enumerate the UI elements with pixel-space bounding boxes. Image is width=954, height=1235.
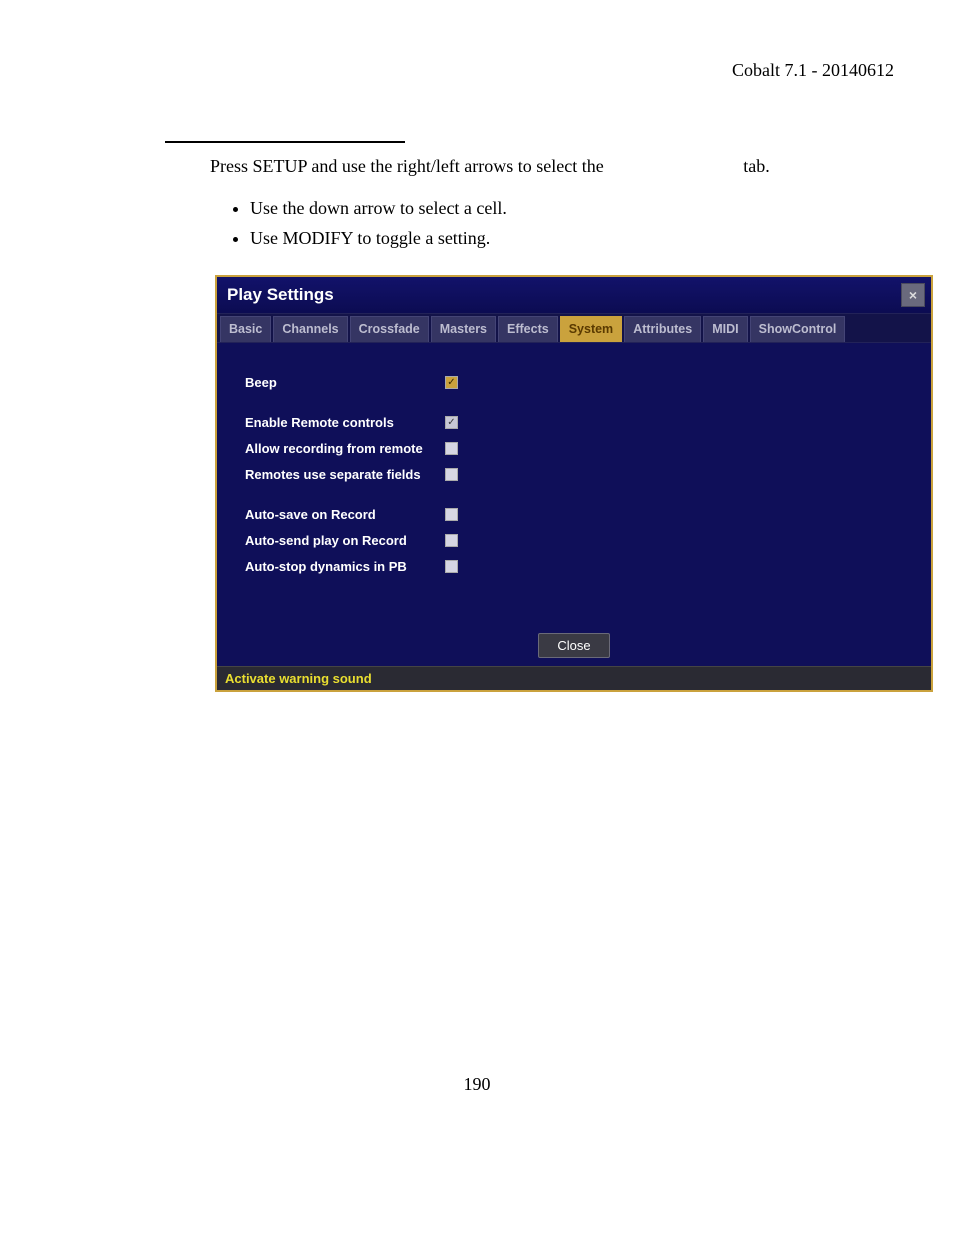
setting-label: Remotes use separate fields xyxy=(245,467,445,482)
checkbox[interactable] xyxy=(445,468,458,481)
checkbox[interactable] xyxy=(445,534,458,547)
close-icon[interactable]: × xyxy=(901,283,925,307)
settings-panel: Beep✓Enable Remote controls✓Allow record… xyxy=(217,343,931,611)
checkbox[interactable]: ✓ xyxy=(445,376,458,389)
instruction-list: Use the down arrow to select a cell. Use… xyxy=(250,195,894,251)
setting-row: Remotes use separate fields xyxy=(245,461,909,487)
checkbox[interactable]: ✓ xyxy=(445,416,458,429)
setting-label: Auto-stop dynamics in PB xyxy=(245,559,445,574)
setting-label: Allow recording from remote xyxy=(245,441,445,456)
list-item: Use the down arrow to select a cell. xyxy=(250,195,894,221)
setting-label: Auto-send play on Record xyxy=(245,533,445,548)
tab-channels[interactable]: Channels xyxy=(273,316,347,342)
checkbox[interactable] xyxy=(445,560,458,573)
tab-masters[interactable]: Masters xyxy=(431,316,496,342)
section-rule xyxy=(165,141,405,143)
setting-label: Auto-save on Record xyxy=(245,507,445,522)
setting-group: Auto-save on Record Auto-send play on Rec… xyxy=(245,501,909,579)
tab-crossfade[interactable]: Crossfade xyxy=(350,316,429,342)
setting-row: Enable Remote controls✓ xyxy=(245,409,909,435)
tabs-bar: BasicChannelsCrossfadeMastersEffectsSyst… xyxy=(217,313,931,343)
tab-showcontrol[interactable]: ShowControl xyxy=(750,316,846,342)
setting-row: Allow recording from remote xyxy=(245,435,909,461)
list-item: Use MODIFY to toggle a setting. xyxy=(250,225,894,251)
page-number: 190 xyxy=(0,1074,954,1095)
close-area: Close xyxy=(217,611,931,666)
intro-tail: tab. xyxy=(743,156,770,176)
tab-effects[interactable]: Effects xyxy=(498,316,558,342)
intro-paragraph: Press SETUP and use the right/left arrow… xyxy=(210,153,894,179)
setting-label: Enable Remote controls xyxy=(245,415,445,430)
checkbox[interactable] xyxy=(445,442,458,455)
tab-system[interactable]: System xyxy=(560,316,622,342)
setting-row: Auto-save on Record xyxy=(245,501,909,527)
checkbox[interactable] xyxy=(445,508,458,521)
intro-text: Press SETUP and use the right/left arrow… xyxy=(210,156,604,176)
tab-attributes[interactable]: Attributes xyxy=(624,316,701,342)
setting-row: Auto-stop dynamics in PB xyxy=(245,553,909,579)
play-settings-dialog: Play Settings × BasicChannelsCrossfadeMa… xyxy=(215,275,933,692)
setting-label: Beep xyxy=(245,375,445,390)
titlebar: Play Settings × xyxy=(217,277,931,313)
setting-row: Auto-send play on Record xyxy=(245,527,909,553)
setting-group: Beep✓ xyxy=(245,369,909,395)
close-button[interactable]: Close xyxy=(538,633,609,658)
dialog-title: Play Settings xyxy=(227,285,334,305)
tab-midi[interactable]: MIDI xyxy=(703,316,747,342)
hint-bar: Activate warning sound xyxy=(217,666,931,690)
setting-group: Enable Remote controls✓Allow recording f… xyxy=(245,409,909,487)
tab-basic[interactable]: Basic xyxy=(220,316,271,342)
doc-header: Cobalt 7.1 - 20140612 xyxy=(60,60,894,81)
setting-row: Beep✓ xyxy=(245,369,909,395)
